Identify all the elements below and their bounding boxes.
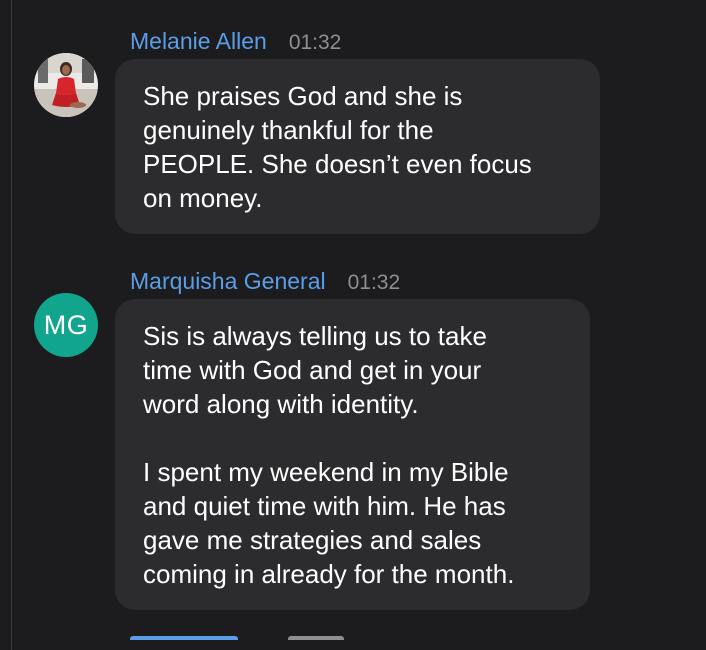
message-timestamp-cropped	[288, 636, 344, 650]
message-text: Sis is always telling us to take time wi…	[143, 321, 487, 419]
avatar[interactable]: MG	[34, 293, 98, 357]
author-name-cropped[interactable]	[130, 636, 238, 650]
chat-transcript: Melanie Allen 01:32 She praises God and …	[0, 0, 706, 650]
left-divider	[0, 0, 12, 650]
avatar-photo-icon	[34, 53, 98, 117]
avatar[interactable]	[34, 53, 98, 117]
message-bubble[interactable]: She praises God and she is genuinely tha…	[115, 59, 600, 234]
avatar-initials: MG	[43, 309, 89, 340]
message-text: She praises God and she is genuinely tha…	[143, 81, 532, 213]
message-timestamp: 01:32	[288, 31, 342, 54]
author-name[interactable]: Melanie Allen	[130, 28, 267, 55]
author-name[interactable]: Marquisha General	[130, 268, 326, 295]
message-header: Melanie Allen 01:32	[130, 28, 341, 55]
next-message-header-partial	[130, 636, 344, 650]
message-text: I spent my weekend in my Bible and quiet…	[143, 457, 515, 589]
message-header: Marquisha General 01:32	[130, 268, 400, 295]
message-bubble[interactable]: Sis is always telling us to take time wi…	[115, 299, 590, 610]
message-timestamp: 01:32	[347, 271, 401, 294]
